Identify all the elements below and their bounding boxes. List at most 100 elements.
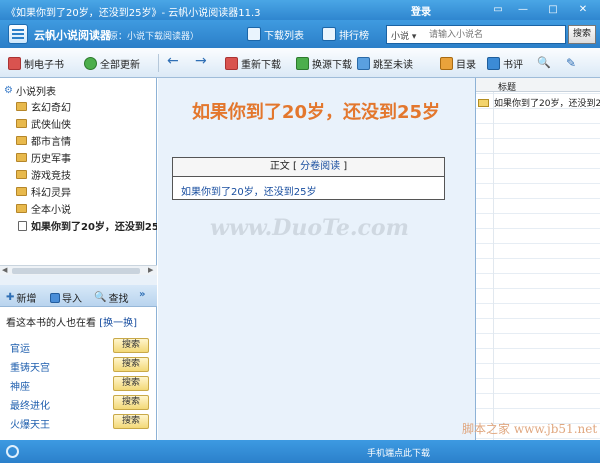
import-button[interactable]: 导入 [50, 290, 82, 305]
review-button[interactable]: 书评 [487, 56, 523, 71]
recommend-search-button[interactable]: 搜索 [113, 414, 149, 429]
mobile-download-link[interactable]: 手机端点此下载 [367, 446, 430, 459]
folder-icon [16, 119, 27, 128]
recommend-book-name[interactable]: 火爆天王 [10, 416, 50, 431]
app-subtitle: （原：小说下载阅读器） [100, 32, 200, 42]
recommend-search-button[interactable]: 搜索 [113, 357, 149, 372]
login-link[interactable]: 登录 [411, 3, 431, 18]
folder-icon [16, 187, 27, 196]
toc-suffix: ] [343, 161, 348, 172]
tree-item-label: 历史军事 [31, 154, 71, 165]
search-button[interactable]: 搜索 [568, 25, 596, 44]
app-header: 云帆小说阅读器 （原：小说下载阅读器） 下载列表 排行榜 小说 ▾ 搜索 [0, 20, 600, 48]
jump-unread-button[interactable]: 跳至未读 [357, 56, 413, 71]
minimize-button[interactable]: — [515, 2, 531, 17]
list-item[interactable]: 如果你到了20岁，还没到25 [478, 96, 600, 109]
tree-item-games[interactable]: 游戏竞技 [16, 167, 71, 182]
chapter-link[interactable]: 如果你到了20岁，还没到25岁 [181, 183, 316, 198]
recommend-book-name[interactable]: 最终进化 [10, 397, 50, 412]
novel-tree: ⚙ 小说列表 玄幻奇幻 武侠仙侠 都市言情 历史军事 游戏竞技 科幻灵异 全本小… [0, 78, 157, 265]
make-ebook-label: 制电子书 [24, 60, 64, 71]
recommend-heading: 看这本书的人也在看 [换一换] [6, 314, 137, 329]
tree-item-label: 游戏竞技 [31, 171, 71, 182]
recommend-row: 火爆天王 搜索 [10, 414, 150, 431]
review-label: 书评 [503, 60, 523, 71]
grid-column-line [493, 78, 494, 440]
recommend-row: 最终进化 搜索 [10, 395, 150, 412]
close-button[interactable]: ✕ [575, 2, 591, 17]
app-logo-icon [8, 24, 28, 44]
nav-download-list[interactable]: 下载列表 [247, 25, 304, 43]
find-book-button[interactable]: 🔍 查找 [94, 290, 128, 305]
left-panel: ⚙ 小说列表 玄幻奇幻 武侠仙侠 都市言情 历史军事 游戏竞技 科幻灵异 全本小… [0, 78, 157, 440]
find-button[interactable]: 🔍 [537, 56, 551, 69]
tree-item-label: 武侠仙侠 [31, 120, 71, 131]
tree-root[interactable]: ⚙ 小说列表 [4, 83, 56, 98]
refresh-icon [84, 57, 97, 70]
book-title: 如果你到了20岁，还没到25岁 [191, 102, 441, 123]
scrollbar-thumb[interactable] [12, 268, 140, 274]
recommend-search-button[interactable]: 搜索 [113, 395, 149, 410]
scroll-left-icon[interactable]: ◀ [2, 266, 7, 274]
redownload-button[interactable]: 重新下载 [225, 56, 281, 71]
center-watermark: www.DuoTe.com [210, 215, 409, 241]
tree-item-urban[interactable]: 都市言情 [16, 133, 71, 148]
forward-button[interactable]: → [195, 53, 207, 69]
search-input[interactable] [429, 28, 561, 41]
tree-item-scifi[interactable]: 科幻灵异 [16, 184, 71, 199]
nav-ranking[interactable]: 排行榜 [322, 25, 369, 43]
expand-button[interactable]: » [139, 289, 145, 300]
double-chevron-icon: » [139, 289, 146, 300]
left-toolbar: ✚ 新增 导入 🔍 查找 » [0, 285, 157, 307]
folder-icon [16, 153, 27, 162]
list-header[interactable]: 标题 [476, 78, 600, 93]
list-grid [476, 78, 600, 440]
tree-item-current-book[interactable]: 如果你到了20岁，还没到25 [18, 218, 157, 233]
search-box: 小说 ▾ [386, 25, 566, 44]
change-source-icon [296, 57, 309, 70]
recommend-row: 重铸天宫 搜索 [10, 357, 150, 374]
tree-item-complete[interactable]: 全本小说 [16, 201, 71, 216]
change-source-button[interactable]: 换源下载 [296, 56, 352, 71]
skin-button[interactable]: ▭ [490, 2, 506, 17]
tree-item-history[interactable]: 历史军事 [16, 150, 71, 165]
tree-item-label: 全本小说 [31, 205, 71, 216]
ebook-icon [8, 57, 21, 70]
recommend-book-name[interactable]: 神座 [10, 378, 30, 393]
right-panel: 标题 如果你到了20岁，还没到25 [475, 78, 600, 440]
tree-item-wuxia[interactable]: 武侠仙侠 [16, 116, 71, 131]
add-button[interactable]: ✚ 新增 [6, 290, 36, 305]
arrow-left-icon: ← [167, 53, 179, 69]
tree-item-label: 玄幻奇幻 [31, 103, 71, 114]
settings-icon[interactable] [6, 445, 19, 458]
volume-read-link[interactable]: 分卷阅读 [300, 161, 340, 172]
import-icon [50, 292, 60, 303]
recommend-book-name[interactable]: 重铸天宫 [10, 359, 50, 374]
switch-link[interactable]: [换一换] [99, 318, 137, 329]
jump-unread-label: 跳至未读 [373, 60, 413, 71]
add-label: 新增 [16, 294, 37, 305]
pin-button[interactable]: ✎ [566, 56, 576, 70]
magnifier-icon: 🔍 [94, 292, 107, 303]
tree-item-fantasy[interactable]: 玄幻奇幻 [16, 99, 71, 114]
plus-icon: ✚ [6, 292, 15, 303]
recommend-book-name[interactable]: 官运 [10, 340, 30, 355]
column-title: 标题 [498, 83, 517, 93]
panel-splitter[interactable] [0, 275, 157, 285]
back-button[interactable]: ← [167, 53, 179, 69]
recommend-title: 看这本书的人也在看 [6, 318, 96, 329]
search-category-select[interactable]: 小说 ▾ [391, 29, 416, 42]
folder-icon [16, 136, 27, 145]
recommend-search-button[interactable]: 搜索 [113, 338, 149, 353]
scroll-right-icon[interactable]: ▶ [148, 266, 153, 274]
download-list-icon [247, 27, 261, 41]
make-ebook-button[interactable]: 制电子书 [8, 56, 64, 71]
arrow-right-icon: → [195, 53, 207, 69]
folder-icon [16, 170, 27, 179]
update-all-button[interactable]: 全部更新 [84, 56, 140, 71]
catalog-button[interactable]: 目录 [440, 56, 476, 71]
recommend-search-button[interactable]: 搜索 [113, 376, 149, 391]
tree-horizontal-scrollbar[interactable]: ◀ ▶ [0, 265, 157, 275]
maximize-button[interactable]: □ [545, 2, 561, 17]
redownload-label: 重新下载 [241, 60, 281, 71]
